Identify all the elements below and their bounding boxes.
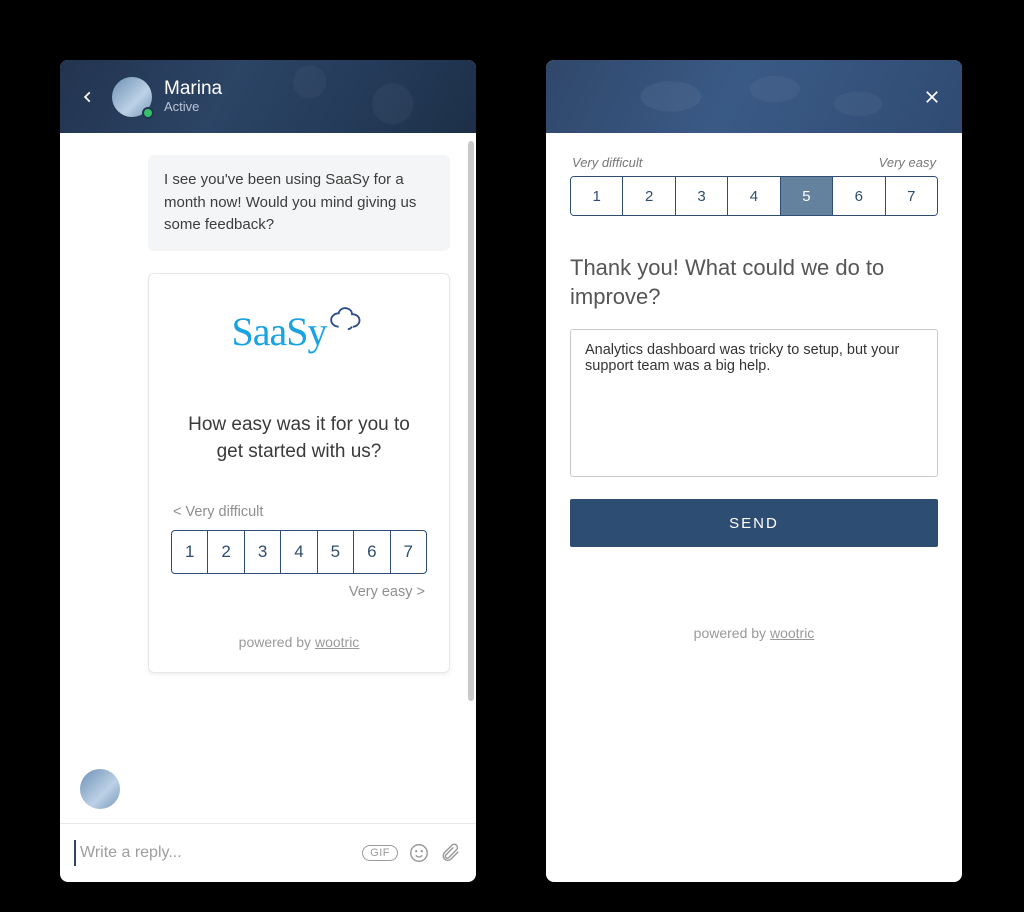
- chevron-left-icon: [81, 90, 95, 104]
- reply-input[interactable]: [80, 824, 352, 882]
- presence-indicator: [142, 107, 154, 119]
- scrollbar[interactable]: [468, 141, 474, 701]
- rating-2[interactable]: 2: [208, 531, 244, 573]
- rating-7[interactable]: 7: [391, 531, 426, 573]
- scale-labels: Very difficult Very easy: [570, 155, 938, 170]
- survey-header: [546, 60, 962, 133]
- scale-max-label: Very easy >: [171, 584, 427, 600]
- rating-3[interactable]: 3: [245, 531, 281, 573]
- reply-bar: GIF: [60, 823, 476, 882]
- scale-min-label: < Very difficult: [171, 504, 427, 520]
- rating-6[interactable]: 6: [354, 531, 390, 573]
- followup-question: Thank you! What could we do to improve?: [570, 254, 938, 311]
- rating-2[interactable]: 2: [623, 177, 675, 215]
- rating-6[interactable]: 6: [833, 177, 885, 215]
- agent-status: Active: [164, 99, 222, 114]
- rating-scale: 1 2 3 4 5 6 7: [171, 530, 427, 574]
- close-icon: [923, 88, 941, 106]
- powered-by-prefix: powered by: [239, 634, 315, 650]
- cloud-icon: [327, 306, 367, 339]
- paperclip-icon: [440, 842, 462, 864]
- rating-4[interactable]: 4: [281, 531, 317, 573]
- powered-by: powered by wootric: [171, 634, 427, 650]
- rating-7[interactable]: 7: [886, 177, 937, 215]
- agent-avatar[interactable]: [112, 77, 152, 117]
- chat-header: Marina Active: [60, 60, 476, 133]
- close-button[interactable]: [918, 83, 946, 111]
- powered-by: powered by wootric: [570, 625, 938, 641]
- gif-button[interactable]: GIF: [362, 845, 398, 861]
- agent-name: Marina: [164, 79, 222, 100]
- gif-icon: GIF: [362, 845, 398, 861]
- survey-question: How easy was it for you to get started w…: [171, 411, 427, 466]
- agent-meta: Marina Active: [164, 79, 222, 115]
- powered-by-prefix: powered by: [694, 625, 770, 641]
- chat-window: Marina Active I see you've been using Sa…: [60, 60, 476, 882]
- brand-logo: SaaSy: [171, 308, 427, 355]
- rating-5[interactable]: 5: [318, 531, 354, 573]
- rating-scale: 1 2 3 4 5 6 7: [570, 176, 938, 216]
- rating-5[interactable]: 5: [781, 177, 833, 215]
- scale-max-label: Very easy: [879, 155, 936, 170]
- rating-1[interactable]: 1: [571, 177, 623, 215]
- scale-min-label: Very difficult: [572, 155, 642, 170]
- text-cursor: [74, 840, 76, 866]
- emoji-button[interactable]: [408, 842, 430, 864]
- back-button[interactable]: [74, 83, 102, 111]
- rating-4[interactable]: 4: [728, 177, 780, 215]
- survey-followup-window: Very difficult Very easy 1 2 3 4 5 6 7 T…: [546, 60, 962, 882]
- chat-body: I see you've been using SaaSy for a mont…: [60, 133, 476, 823]
- rating-3[interactable]: 3: [676, 177, 728, 215]
- powered-by-link[interactable]: wootric: [315, 634, 359, 650]
- rating-1[interactable]: 1: [172, 531, 208, 573]
- brand-text: SaaSy: [232, 308, 327, 355]
- send-button[interactable]: SEND: [570, 499, 938, 547]
- attachment-button[interactable]: [440, 842, 462, 864]
- survey-card: SaaSy How easy was it for you to get sta…: [148, 273, 450, 673]
- emoji-icon: [408, 842, 430, 864]
- feedback-textarea[interactable]: [570, 329, 938, 477]
- agent-message: I see you've been using SaaSy for a mont…: [148, 155, 450, 251]
- powered-by-link[interactable]: wootric: [770, 625, 814, 641]
